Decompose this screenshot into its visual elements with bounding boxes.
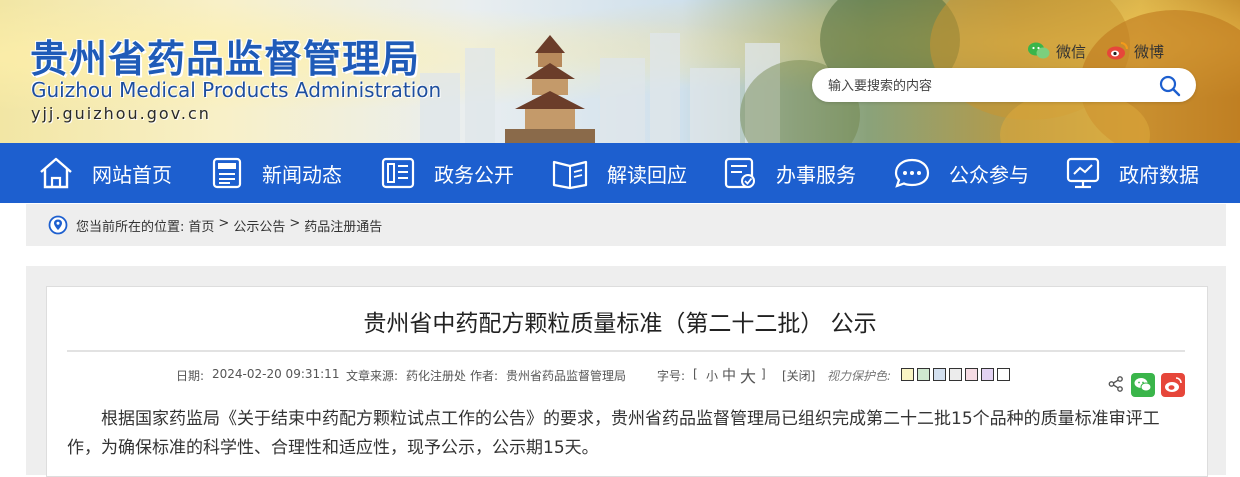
- title-divider: [67, 350, 1185, 352]
- eye-color-swatch[interactable]: [901, 368, 914, 381]
- eye-color-swatch[interactable]: [933, 368, 946, 381]
- eye-color-swatch[interactable]: [965, 368, 978, 381]
- article-author-label: 作者:: [470, 369, 499, 383]
- document-icon: [381, 157, 415, 189]
- eye-color-swatch[interactable]: [949, 368, 962, 381]
- eye-color-swatch[interactable]: [981, 368, 994, 381]
- site-title[interactable]: 贵州省药品监督管理局: [30, 28, 420, 83]
- breadcrumb: 您当前所在的位置: 首页 > 公示公告 > 药品注册通告: [26, 204, 1226, 246]
- search-input[interactable]: [826, 75, 1150, 97]
- nav-item-home[interactable]: 网站首页: [38, 143, 172, 203]
- nav-label-gov-data: 政府数据: [1119, 162, 1199, 187]
- wechat-link[interactable]: 微信: [1028, 40, 1086, 62]
- home-icon: [40, 157, 72, 189]
- nav-item-gov-data[interactable]: 政府数据: [1065, 143, 1199, 203]
- nav-label-news: 新闻动态: [262, 162, 342, 187]
- book-icon: [552, 160, 588, 190]
- chat-icon: [894, 158, 930, 188]
- main-nav: 网站首页 新闻动态 政务公开 解读回应 办事服务 公众参与 政府数据: [0, 143, 1240, 203]
- wechat-icon: [1028, 42, 1050, 59]
- breadcrumb-home[interactable]: 首页: [188, 216, 214, 235]
- nav-item-participation[interactable]: 公众参与: [893, 143, 1029, 203]
- share-weibo-icon[interactable]: [1161, 373, 1185, 397]
- pavilion-illustration: [505, 35, 595, 143]
- weibo-icon: [1107, 42, 1128, 60]
- font-size-bracket-close: ]: [761, 367, 766, 381]
- article-author: 贵州省药品监督管理局: [506, 369, 627, 383]
- site-title-english: Guizhou Medical Products Administration: [31, 78, 442, 102]
- search-box: [812, 68, 1196, 102]
- share-wechat-icon[interactable]: [1131, 373, 1155, 397]
- location-pin-icon: [48, 215, 68, 235]
- wechat-label: 微信: [1056, 42, 1087, 61]
- breadcrumb-separator: >: [289, 216, 301, 231]
- article-body: 根据国家药监局《关于结束中药配方颗粒试点工作的公告》的要求，贵州省药品监督管理局…: [67, 409, 1160, 458]
- article-date-label: 日期:: [176, 369, 205, 383]
- news-icon: [212, 157, 242, 189]
- close-page-link[interactable]: [关闭]: [782, 367, 815, 384]
- breadcrumb-separator: >: [218, 216, 230, 231]
- nav-item-interpretation[interactable]: 解读回应: [551, 143, 687, 203]
- site-url: yjj.guizhou.gov.cn: [31, 104, 211, 123]
- font-size-bracket-open: [: [693, 367, 698, 381]
- weibo-link[interactable]: 微博: [1106, 40, 1164, 62]
- font-size-large[interactable]: 大: [740, 363, 756, 387]
- nav-item-services[interactable]: 办事服务: [722, 143, 856, 203]
- eye-care-label: 视力保护色:: [827, 369, 892, 383]
- nav-label-services: 办事服务: [776, 162, 856, 187]
- font-size-small[interactable]: 小: [706, 367, 718, 384]
- breadcrumb-prefix: 您当前所在的位置:: [76, 220, 185, 235]
- data-monitor-icon: [1066, 157, 1100, 189]
- service-icon: [724, 157, 755, 189]
- breadcrumb-announcements[interactable]: 公示公告: [233, 216, 285, 235]
- nav-label-home: 网站首页: [92, 162, 172, 187]
- nav-label-interpretation: 解读回应: [607, 162, 687, 187]
- share-icon[interactable]: [1108, 376, 1124, 392]
- search-icon[interactable]: [1158, 74, 1182, 98]
- font-size-medium[interactable]: 中: [722, 365, 736, 385]
- nav-item-news[interactable]: 新闻动态: [210, 143, 342, 203]
- nav-label-participation: 公众参与: [949, 162, 1029, 187]
- nav-item-gov-affairs[interactable]: 政务公开: [380, 143, 514, 203]
- article-date: 2024-02-20 09:31:11: [212, 367, 340, 381]
- article-source: 药化注册处: [406, 369, 467, 383]
- font-size-label: 字号:: [657, 369, 686, 383]
- nav-label-gov-affairs: 政务公开: [434, 162, 514, 187]
- eye-color-swatch[interactable]: [997, 368, 1010, 381]
- article-title: 贵州省中药配方颗粒质量标准（第二十二批） 公示: [363, 311, 877, 337]
- breadcrumb-drug-registration[interactable]: 药品注册通告: [304, 216, 382, 235]
- eye-care-color-swatches: [901, 368, 1010, 381]
- article-source-label: 文章来源:: [346, 369, 399, 383]
- eye-color-swatch[interactable]: [917, 368, 930, 381]
- weibo-label: 微博: [1134, 42, 1165, 61]
